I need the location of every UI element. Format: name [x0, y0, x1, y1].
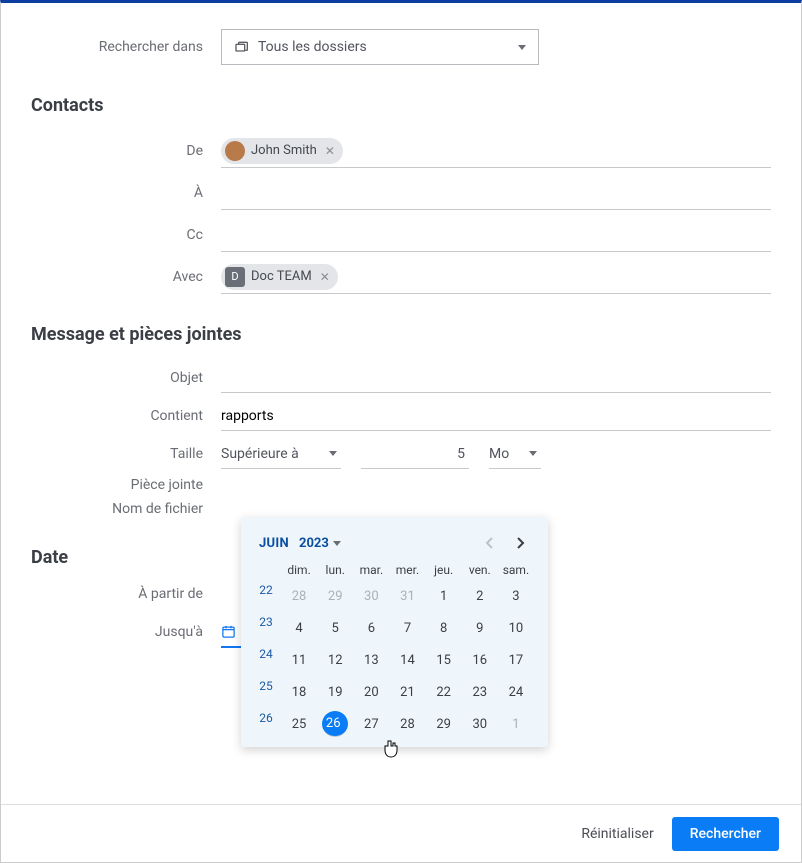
calendar-dow: mer.: [389, 563, 425, 577]
calendar-dow: sam.: [498, 563, 534, 577]
search-button[interactable]: Rechercher: [672, 817, 779, 851]
remove-chip-icon[interactable]: ✕: [318, 270, 330, 284]
calendar-dow: ven.: [462, 563, 498, 577]
cc-label: Cc: [31, 227, 221, 243]
contains-label: Contient: [31, 408, 221, 424]
calendar-day[interactable]: 24: [498, 679, 534, 705]
calendar-day[interactable]: 12: [317, 647, 353, 673]
calendar-day[interactable]: 28: [389, 711, 425, 737]
calendar-day[interactable]: 19: [317, 679, 353, 705]
message-heading: Message et pièces jointes: [31, 324, 771, 345]
calendar-week: 25: [251, 679, 281, 705]
size-unit-select[interactable]: Mo: [489, 439, 541, 469]
chevron-down-icon: [518, 45, 526, 50]
calendar-day[interactable]: 16: [462, 647, 498, 673]
chevron-left-icon: [485, 537, 495, 549]
calendar-icon: [221, 624, 236, 639]
chevron-down-icon: [529, 451, 537, 456]
cc-input[interactable]: [221, 218, 771, 252]
from-input[interactable]: John Smith ✕: [221, 134, 771, 168]
to-label: À: [31, 185, 221, 201]
from-label: De: [31, 143, 221, 159]
calendar-day[interactable]: 10: [498, 615, 534, 641]
calendar-day[interactable]: 30: [462, 711, 498, 737]
next-month-button[interactable]: [510, 533, 530, 553]
calendar-dow: jeu.: [426, 563, 462, 577]
size-value-input[interactable]: 5: [361, 439, 469, 469]
avatar: [225, 141, 245, 161]
calendar-day[interactable]: 23: [462, 679, 498, 705]
calendar-day[interactable]: 28: [281, 583, 317, 609]
calendar-day[interactable]: 29: [426, 711, 462, 737]
subject-label: Objet: [31, 370, 221, 386]
prev-month-button[interactable]: [480, 533, 500, 553]
subject-input[interactable]: [221, 363, 771, 393]
size-op-value: Supérieure à: [221, 446, 299, 462]
calendar-day[interactable]: 7: [389, 615, 425, 641]
calendar-day[interactable]: 9: [462, 615, 498, 641]
calendar-week: 24: [251, 647, 281, 673]
chip-label: Doc TEAM: [251, 269, 312, 284]
calendar-day[interactable]: 29: [317, 583, 353, 609]
to-input[interactable]: [221, 176, 771, 210]
calendar-week: 22: [251, 583, 281, 609]
calendar-day[interactable]: 15: [426, 647, 462, 673]
reset-button[interactable]: Réinitialiser: [581, 826, 653, 842]
calendar-day[interactable]: 1: [498, 711, 534, 737]
to-date-label: Jusqu'à: [31, 624, 221, 640]
calendar-day[interactable]: 31: [389, 583, 425, 609]
calendar-day[interactable]: 18: [281, 679, 317, 705]
contains-input[interactable]: [221, 401, 771, 431]
size-unit-value: Mo: [489, 446, 509, 462]
avatar: D: [225, 267, 245, 287]
calendar-day[interactable]: 27: [353, 711, 389, 737]
chip-label: John Smith: [251, 143, 317, 158]
calendar-day[interactable]: 8: [426, 615, 462, 641]
with-chip[interactable]: D Doc TEAM ✕: [221, 264, 338, 290]
from-chip[interactable]: John Smith ✕: [221, 138, 343, 164]
with-label: Avec: [31, 269, 221, 285]
calendar-corner: [251, 563, 281, 577]
calendar-dow: dim.: [281, 563, 317, 577]
calendar-week: 23: [251, 615, 281, 641]
calendar-day[interactable]: 14: [389, 647, 425, 673]
calendar-dow: lun.: [317, 563, 353, 577]
date-picker: JUIN 2023 dim.lun.mar.mer.jeu.ven.sam.22…: [241, 517, 548, 747]
with-input[interactable]: D Doc TEAM ✕: [221, 260, 771, 294]
calendar-month[interactable]: JUIN: [259, 536, 289, 551]
calendar-day[interactable]: 1: [426, 583, 462, 609]
calendar-day[interactable]: 5: [317, 615, 353, 641]
from-date-label: À partir de: [31, 586, 221, 602]
calendar-day[interactable]: 17: [498, 647, 534, 673]
calendar-day[interactable]: 3: [498, 583, 534, 609]
calendar-day[interactable]: 6: [353, 615, 389, 641]
filename-label: Nom de fichier: [31, 501, 221, 517]
folders-icon: [234, 39, 250, 55]
chevron-down-icon: [333, 541, 341, 546]
remove-chip-icon[interactable]: ✕: [323, 144, 335, 158]
calendar-year[interactable]: 2023: [299, 536, 329, 551]
size-op-select[interactable]: Supérieure à: [221, 439, 341, 469]
calendar-day[interactable]: 4: [281, 615, 317, 641]
calendar-week: 26: [251, 711, 281, 737]
calendar-dow: mar.: [353, 563, 389, 577]
calendar-day[interactable]: 30: [353, 583, 389, 609]
attachment-label: Pièce jointe: [31, 477, 221, 493]
calendar-day[interactable]: 2: [462, 583, 498, 609]
size-label: Taille: [31, 446, 221, 462]
chevron-right-icon: [515, 537, 525, 549]
calendar-day[interactable]: 11: [281, 647, 317, 673]
calendar-day[interactable]: 20: [353, 679, 389, 705]
search-in-value: Tous les dossiers: [258, 39, 367, 55]
contacts-heading: Contacts: [31, 95, 771, 116]
calendar-day[interactable]: 21: [389, 679, 425, 705]
calendar-day[interactable]: 26: [322, 711, 348, 737]
search-in-select[interactable]: Tous les dossiers: [221, 29, 539, 65]
chevron-down-icon: [329, 451, 337, 456]
calendar-day[interactable]: 22: [426, 679, 462, 705]
calendar-day[interactable]: 25: [281, 711, 317, 737]
search-in-label: Rechercher dans: [31, 39, 221, 55]
calendar-day[interactable]: 13: [353, 647, 389, 673]
size-value: 5: [457, 446, 465, 462]
